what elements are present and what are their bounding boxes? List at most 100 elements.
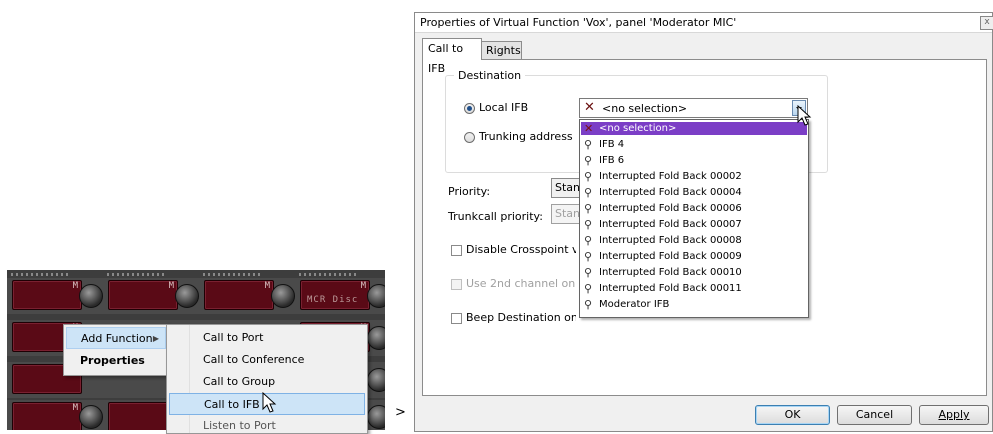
disable-crosspoint-label: Disable Crosspoint volume <box>466 243 576 256</box>
local-ifb-label: Local IFB <box>479 101 529 114</box>
mouse-pointer-icon <box>797 105 812 126</box>
priority-select[interactable]: Standard <box>551 178 581 198</box>
dropdown-item-label: Interrupted Fold Back 00004 <box>599 187 742 198</box>
tab-rights[interactable]: Rights <box>480 41 522 59</box>
panel-key[interactable]: M <box>12 402 82 430</box>
arrow-separator: > <box>395 405 406 420</box>
panel-key[interactable]: M <box>12 280 82 310</box>
menu-item-label: Call to Conference <box>203 353 305 366</box>
dropdown-item[interactable]: ⚲ Interrupted Fold Back 00008 <box>581 234 807 247</box>
menu-item-add-function[interactable]: Add Function ▶ <box>66 327 166 349</box>
menu-item-call-to-conference[interactable]: Call to Conference <box>169 349 365 371</box>
ifb-icon: ⚲ <box>584 250 593 263</box>
key-label: M <box>168 281 174 291</box>
panel-key[interactable]: M <box>204 280 274 310</box>
dropdown-item-label: Moderator IFB <box>599 299 670 310</box>
dropdown-item-label: Interrupted Fold Back 00006 <box>599 203 742 214</box>
ok-button[interactable]: OK <box>755 405 830 425</box>
trunkcall-priority-label: Trunkcall priority: <box>448 210 543 223</box>
add-function-submenu: Call to Port Call to Conference Call to … <box>166 324 368 434</box>
menu-item-label: Call to Group <box>203 375 276 388</box>
trunkcall-priority-select[interactable]: Standard <box>551 204 581 224</box>
destination-group-label: Destination <box>454 69 526 82</box>
panel-key[interactable]: M <box>108 280 178 310</box>
ifb-icon: ⚲ <box>584 170 593 183</box>
key-label: M <box>72 281 78 291</box>
volume-knob[interactable] <box>367 368 385 392</box>
dropdown-item[interactable]: ✕ <no selection> <box>581 122 807 135</box>
disable-crosspoint-checkbox[interactable] <box>451 245 462 256</box>
no-selection-icon: ✕ <box>584 100 595 115</box>
ifb-icon: ⚲ <box>584 138 593 151</box>
volume-knob[interactable] <box>367 405 385 429</box>
local-ifb-combo[interactable]: ✕ <no selection> <box>579 98 808 118</box>
volume-knob[interactable] <box>79 405 103 429</box>
ifb-icon: ⚲ <box>584 266 593 279</box>
apply-button[interactable]: Apply <box>919 405 989 425</box>
properties-dialog: Properties of Virtual Function 'Vox', pa… <box>414 12 993 432</box>
dropdown-item[interactable]: ⚲ Interrupted Fold Back 00002 <box>581 170 807 183</box>
menu-item-label: Add Function <box>81 332 153 345</box>
dialog-title: Properties of Virtual Function 'Vox', pa… <box>415 13 992 33</box>
led-strip <box>107 273 167 276</box>
context-menu: Add Function ▶ Properties <box>63 324 169 376</box>
ifb-icon: ⚲ <box>584 234 593 247</box>
menu-item-listen-to-port[interactable]: Listen to Port <box>169 415 365 433</box>
dropdown-item-label: IFB 4 <box>599 139 625 150</box>
beep-destination-checkbox[interactable] <box>451 313 462 324</box>
key-text: MCR Disc <box>307 295 359 305</box>
dropdown-item[interactable]: ⚲ IFB 4 <box>581 138 807 151</box>
panel-key[interactable]: M MCR Disc <box>300 280 370 310</box>
dropdown-item-label: Interrupted Fold Back 00008 <box>599 235 742 246</box>
cancel-button[interactable]: Cancel <box>837 405 912 425</box>
dropdown-item-label: Interrupted Fold Back 00011 <box>599 283 742 294</box>
tab-call-to-ifb[interactable]: Call to IFB <box>422 38 482 75</box>
key-label: M <box>264 281 270 291</box>
no-selection-icon: ✕ <box>584 122 594 135</box>
dropdown-item-label: Interrupted Fold Back 00010 <box>599 267 742 278</box>
menu-item-label: Listen to Port <box>203 419 276 432</box>
trunking-address-label: Trunking address <box>479 130 573 143</box>
ifb-icon: ⚲ <box>584 282 593 295</box>
volume-knob[interactable] <box>175 284 199 308</box>
volume-knob[interactable] <box>367 326 385 350</box>
beep-destination-label: Beep Destination on Call <box>466 311 576 324</box>
use-2nd-channel-checkbox[interactable] <box>451 279 462 290</box>
trunking-address-radio[interactable] <box>464 132 475 143</box>
menu-item-label: Call to Port <box>203 331 264 344</box>
ifb-icon: ⚲ <box>584 218 593 231</box>
menu-item-label: Call to IFB <box>204 398 260 411</box>
volume-knob[interactable] <box>79 284 103 308</box>
dropdown-item[interactable]: ⚲ Interrupted Fold Back 00004 <box>581 186 807 199</box>
ifb-dropdown-list: ✕ <no selection> ⚲ IFB 4 ⚲ IFB 6 ⚲ Inter… <box>579 119 809 318</box>
dropdown-item-label: Interrupted Fold Back 00007 <box>599 219 742 230</box>
local-ifb-radio[interactable] <box>464 103 475 114</box>
dropdown-item-label: <no selection> <box>599 123 677 134</box>
dropdown-item[interactable]: ⚲ Interrupted Fold Back 00007 <box>581 218 807 231</box>
led-strip <box>203 273 263 276</box>
key-label: M <box>72 403 78 413</box>
volume-knob[interactable] <box>367 284 385 308</box>
ifb-icon: ⚲ <box>584 202 593 215</box>
dropdown-item[interactable]: ⚲ Interrupted Fold Back 00009 <box>581 250 807 263</box>
volume-knob[interactable] <box>271 284 295 308</box>
menu-item-call-to-port[interactable]: Call to Port <box>169 327 365 349</box>
mouse-pointer-icon <box>262 392 277 413</box>
dropdown-item-label: Interrupted Fold Back 00002 <box>599 171 742 182</box>
submenu-arrow-icon: ▶ <box>152 334 159 343</box>
dropdown-item[interactable]: ⚲ Interrupted Fold Back 00006 <box>581 202 807 215</box>
priority-label: Priority: <box>448 185 491 198</box>
ifb-icon: ⚲ <box>584 154 593 167</box>
key-label: M <box>360 281 366 291</box>
dropdown-item[interactable]: ⚲ Interrupted Fold Back 00010 <box>581 266 807 279</box>
menu-item-properties[interactable]: Properties <box>66 350 166 372</box>
dropdown-item[interactable]: ⚲ IFB 6 <box>581 154 807 167</box>
ifb-icon: ⚲ <box>584 186 593 199</box>
led-strip <box>11 273 71 276</box>
close-icon[interactable]: x <box>980 16 993 30</box>
use-2nd-channel-label: Use 2nd channel on this <box>466 277 576 290</box>
dropdown-item-label: IFB 6 <box>599 155 625 166</box>
dropdown-item[interactable]: ⚲ Interrupted Fold Back 00011 <box>581 282 807 295</box>
dropdown-item[interactable]: ⚲ Moderator IFB <box>581 298 807 311</box>
menu-item-call-to-group[interactable]: Call to Group <box>169 371 365 393</box>
